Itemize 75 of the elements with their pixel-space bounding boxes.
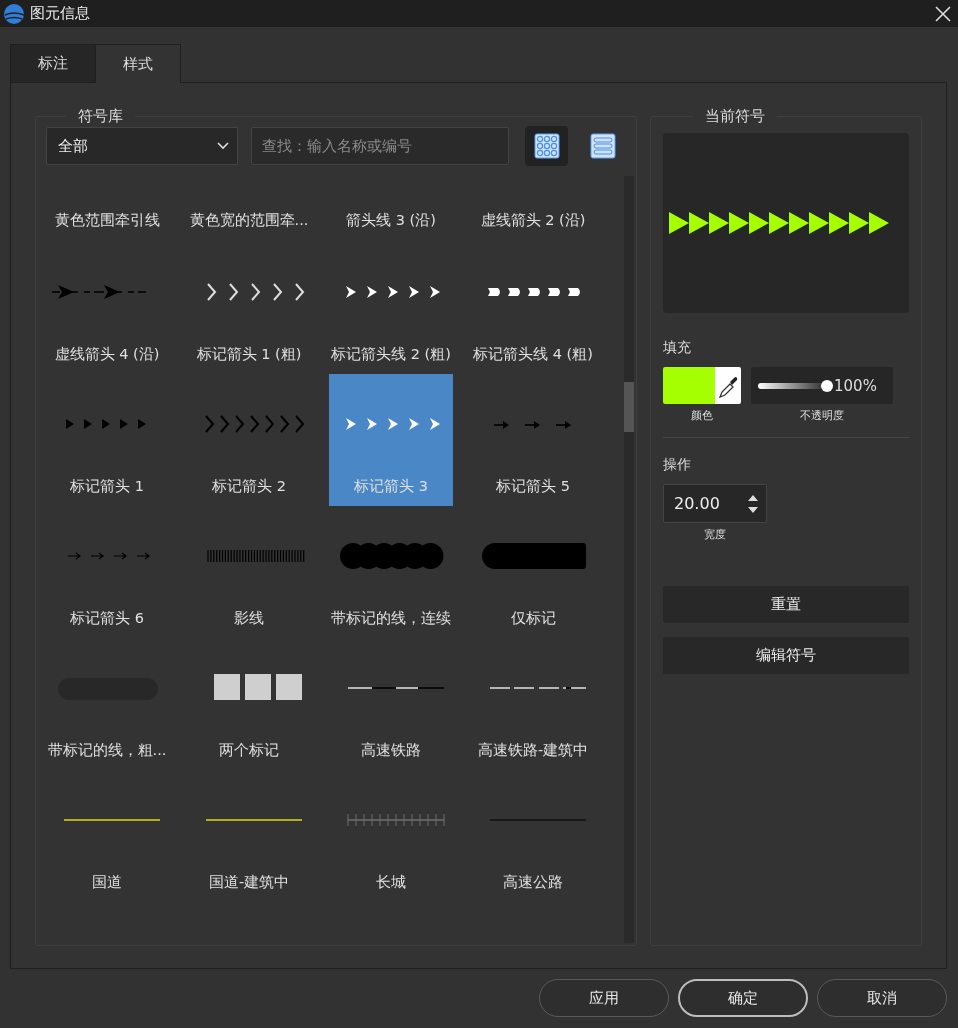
section-label: 填充 xyxy=(663,339,692,357)
opacity-slider[interactable]: 100% xyxy=(751,367,893,404)
symbol-name: 高速公路 xyxy=(503,873,563,892)
slider-thumb[interactable] xyxy=(821,379,833,392)
scrollbar-thumb[interactable] xyxy=(624,382,634,432)
group-title: 符号库 xyxy=(77,107,124,126)
section-label: 操作 xyxy=(663,456,692,474)
symbol-name: 长城 xyxy=(376,873,406,892)
symbol-item[interactable]: 高速铁路 xyxy=(329,638,453,770)
symbol-item[interactable]: 标记箭头 2 xyxy=(187,374,311,506)
symbol-name: 标记箭头 5 xyxy=(496,477,570,496)
field-caption: 颜色 xyxy=(691,408,713,423)
symbol-name: 标记箭头 1 (粗) xyxy=(196,345,302,364)
symbol-item[interactable]: 影线 xyxy=(187,506,311,638)
symbol-item[interactable]: 黄色范围牵引线 xyxy=(45,176,169,242)
symbol-item[interactable]: 黄色宽的范围牵... xyxy=(187,176,311,242)
symbol-name: 高速铁路 xyxy=(361,741,421,760)
action-button[interactable]: 重置 xyxy=(663,586,909,623)
opacity-value: 100% xyxy=(834,376,877,395)
group-title: 当前符号 xyxy=(704,107,766,126)
symbol-name: 虚线箭头 4 (沿) xyxy=(54,345,160,364)
symbol-item[interactable]: 仅标记 xyxy=(471,506,595,638)
field-caption: 宽度 xyxy=(704,527,726,542)
symbol-name: 标记箭头 3 xyxy=(354,477,428,496)
symbol-name: 国道 xyxy=(92,873,122,892)
symbol-name: 两个标记 xyxy=(219,741,279,760)
symbol-item[interactable]: 箭头线 3 (沿) xyxy=(329,176,453,242)
symbol-name: 影线 xyxy=(234,609,264,628)
search-field[interactable]: 查找：输入名称或编号 xyxy=(251,127,509,165)
symbol-name: 高速铁路-建筑中 xyxy=(477,741,589,760)
symbol-item[interactable]: 两个标记 xyxy=(187,638,311,770)
symbol-name: 标记箭头线 2 (粗) xyxy=(331,345,451,364)
symbol-item[interactable]: 标记箭头 6 xyxy=(45,506,169,638)
action-button[interactable]: 编辑符号 xyxy=(663,637,909,674)
symbol-item[interactable]: 带标记的线，粗... xyxy=(45,638,169,770)
symbol-name: 标记箭头线 4 (粗) xyxy=(473,345,593,364)
symbol-name: 虚线箭头 2 (沿) xyxy=(480,211,586,230)
grid-view-button[interactable] xyxy=(525,126,568,166)
symbol-name: 带标记的线，连续 xyxy=(331,609,451,628)
symbol-name: 标记箭头 1 xyxy=(70,477,144,496)
symbol-item[interactable]: 高速铁路-建筑中 xyxy=(471,638,595,770)
tab[interactable]: 标注 xyxy=(10,44,96,82)
symbol-name: 箭头线 3 (沿) xyxy=(346,211,436,230)
symbol-item[interactable]: 国道-建筑中 xyxy=(187,770,311,902)
close-icon[interactable] xyxy=(934,4,952,23)
symbol-item[interactable]: 高速公路 xyxy=(471,770,595,902)
color-swatch[interactable] xyxy=(663,367,715,404)
window-title: 图元信息 xyxy=(30,4,91,23)
width-spinbox[interactable]: 20.00 xyxy=(663,484,767,523)
symbol-name: 黄色范围牵引线 xyxy=(54,211,160,230)
symbol-name: 标记箭头 6 xyxy=(70,609,144,628)
symbol-name: 标记箭头 2 xyxy=(212,477,286,496)
dialog-button[interactable]: 应用 xyxy=(539,979,669,1017)
field-caption: 不透明度 xyxy=(800,408,844,423)
category-dropdown[interactable]: 全部 xyxy=(46,127,238,165)
tab[interactable]: 样式 xyxy=(95,44,181,83)
symbol-item[interactable]: 标记箭头 1 (粗) xyxy=(187,242,311,374)
scrollbar[interactable] xyxy=(624,176,634,943)
chevron-down-icon xyxy=(217,142,229,150)
symbol-item[interactable]: 标记箭头线 4 (粗) xyxy=(471,242,595,374)
symbol-item[interactable]: 虚线箭头 2 (沿) xyxy=(471,176,595,242)
symbol-item[interactable]: 标记箭头 5 xyxy=(471,374,595,506)
symbol-item[interactable]: 标记箭头 1 xyxy=(45,374,169,506)
symbol-name: 带标记的线，粗... xyxy=(47,741,167,760)
symbol-name: 国道-建筑中 xyxy=(208,873,290,892)
dialog-button[interactable]: 取消 xyxy=(817,979,947,1017)
symbol-name: 仅标记 xyxy=(510,609,556,628)
symbol-item[interactable]: 长城 xyxy=(329,770,453,902)
color-picker[interactable] xyxy=(663,367,741,404)
symbol-item[interactable]: 虚线箭头 4 (沿) xyxy=(45,242,169,374)
symbol-item[interactable]: 带标记的线，连续 xyxy=(329,506,453,638)
dialog-button[interactable]: 确定 xyxy=(678,979,808,1017)
symbol-name: 黄色宽的范围牵... xyxy=(189,211,309,230)
symbol-item[interactable]: 标记箭头线 2 (粗) xyxy=(329,242,453,374)
symbol-item[interactable]: 国道 xyxy=(45,770,169,902)
